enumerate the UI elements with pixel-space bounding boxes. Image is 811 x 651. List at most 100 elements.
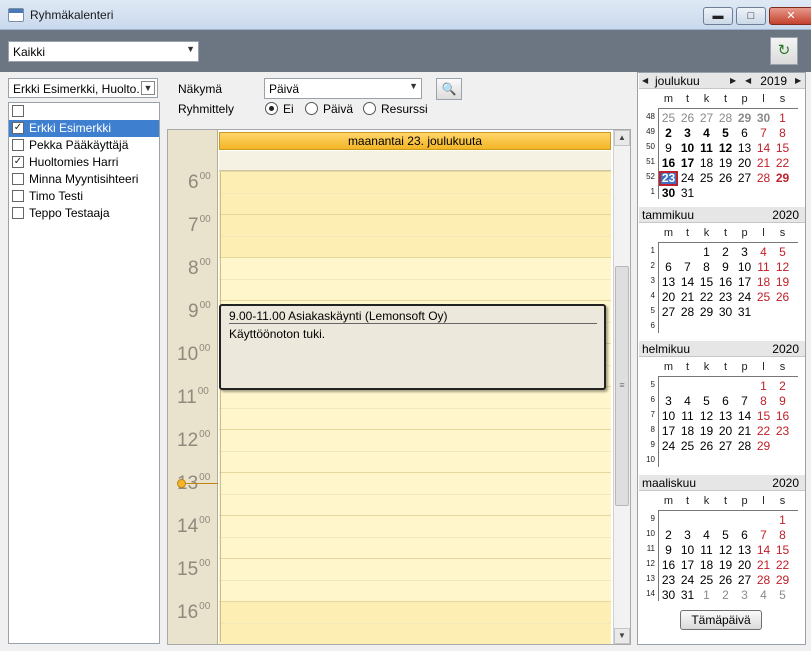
calendar-day[interactable]: 8 [754,394,773,409]
calendar-day[interactable]: 15 [697,275,716,290]
time-slot-row[interactable] [219,171,611,214]
calendar-day[interactable]: 19 [773,275,792,290]
calendar-day[interactable]: 9 [773,394,792,409]
window-title-bar[interactable]: Ryhmäkalenteri ▬ □ ✕ [0,0,811,30]
calendar-day[interactable]: 17 [678,558,697,573]
calendar-day[interactable]: 3 [735,245,754,260]
calendar-day[interactable]: 9 [716,260,735,275]
grouping-radio-paiva[interactable]: Päivä [305,101,353,117]
calendar-day[interactable]: 19 [716,156,735,171]
calendar-day[interactable]: 10 [735,260,754,275]
calendar-day[interactable]: 9 [659,543,678,558]
calendar-day[interactable]: 18 [697,558,716,573]
calendar-day[interactable]: 26 [773,290,792,305]
calendar-day[interactable]: 10 [678,543,697,558]
calendar-day[interactable]: 4 [754,245,773,260]
prev-month-button[interactable]: ◀ [642,73,648,89]
user-select[interactable]: Erkki Esimerkki, Huolto... ▼ [8,78,158,98]
user-list-item[interactable]: ✓ Huoltomies Harri [9,154,159,171]
user-checkbox[interactable] [12,105,24,117]
calendar-day[interactable]: 27 [716,439,735,454]
scroll-up-button[interactable]: ▲ [614,130,630,146]
calendar-day[interactable]: 25 [754,290,773,305]
calendar-day[interactable]: 21 [754,156,773,171]
calendar-day[interactable]: 25 [659,111,678,126]
user-list-item[interactable]: ✓ Erkki Esimerkki [9,120,159,137]
calendar-day[interactable]: 8 [697,260,716,275]
calendar-day[interactable]: 26 [716,171,735,186]
calendar-day[interactable]: 31 [678,186,697,201]
user-checkbox[interactable] [12,207,24,219]
time-slot-row[interactable] [219,515,611,558]
maximize-button[interactable]: □ [736,7,766,25]
view-select[interactable]: Päivä ▼ [264,78,422,99]
calendar-day[interactable]: 27 [735,573,754,588]
calendar-day[interactable]: 1 [754,379,773,394]
calendar-day[interactable]: 22 [697,290,716,305]
calendar-day[interactable]: 18 [697,156,716,171]
calendar-day[interactable]: 24 [659,439,678,454]
calendar-day[interactable]: 31 [678,588,697,603]
calendar-day[interactable]: 3 [678,528,697,543]
calendar-day[interactable]: 20 [716,424,735,439]
calendar-day[interactable]: 2 [659,126,678,141]
calendar-day[interactable]: 6 [716,394,735,409]
calendar-day[interactable]: 19 [697,424,716,439]
calendar-day[interactable]: 30 [716,305,735,320]
calendar-day[interactable]: 4 [678,394,697,409]
user-list-item[interactable]: Teppo Testaaja [9,205,159,222]
calendar-day[interactable]: 23 [716,290,735,305]
print-preview-button[interactable]: 🔍 [436,78,462,100]
user-checkbox[interactable] [12,190,24,202]
calendar-day[interactable]: 20 [735,558,754,573]
calendar-day[interactable]: 28 [678,305,697,320]
calendar-day[interactable]: 14 [678,275,697,290]
calendar-day[interactable]: 23 [773,424,792,439]
calendar-day[interactable]: 6 [735,126,754,141]
calendar-day[interactable]: 17 [678,156,697,171]
calendar-day[interactable]: 18 [754,275,773,290]
calendar-day[interactable]: 11 [697,141,716,156]
day-scrollbar[interactable]: ▲ ≡ ▼ [613,130,630,644]
calendar-day[interactable]: 3 [735,588,754,603]
user-checkbox[interactable]: ✓ [12,122,24,134]
time-slot-row[interactable] [219,214,611,257]
calendar-day[interactable]: 27 [659,305,678,320]
calendar-day[interactable]: 26 [697,439,716,454]
calendar-day[interactable]: 16 [659,156,678,171]
today-button[interactable]: Tämäpäivä [680,610,762,630]
calendar-day[interactable]: 24 [678,573,697,588]
calendar-day[interactable]: 1 [697,588,716,603]
calendar-day[interactable]: 12 [716,543,735,558]
calendar-day[interactable]: 22 [773,156,792,171]
calendar-day[interactable]: 2 [716,588,735,603]
close-button[interactable]: ✕ [769,7,811,25]
grouping-radio-resurssi[interactable]: Resurssi [363,101,428,117]
calendar-day[interactable]: 16 [773,409,792,424]
calendar-day[interactable]: 26 [678,111,697,126]
prev-year-button[interactable]: ◀ [745,73,751,89]
day-header[interactable]: maanantai 23. joulukuuta [219,132,611,150]
calendar-day[interactable]: 28 [735,439,754,454]
calendar-day[interactable]: 31 [735,305,754,320]
calendar-day[interactable]: 29 [773,171,792,186]
calendar-day[interactable]: 12 [716,141,735,156]
time-slot-row[interactable] [219,472,611,515]
calendar-day[interactable]: 4 [754,588,773,603]
calendar-day[interactable]: 15 [773,543,792,558]
calendar-day[interactable]: 25 [697,171,716,186]
user-checkbox[interactable] [12,139,24,151]
month-calendar[interactable]: tammikuu 2020 m t k t p l s 1 2 3 4 5 6 1 2 3 4 5 6 7 8 9 10 11 12… [639,207,805,337]
calendar-day[interactable]: 17 [735,275,754,290]
user-list-item[interactable]: Timo Testi [9,188,159,205]
calendar-day[interactable]: 7 [754,528,773,543]
calendar-day[interactable]: 21 [754,558,773,573]
filter-select[interactable]: Kaikki ▼ [8,41,199,62]
user-checkbox[interactable]: ✓ [12,156,24,168]
calendar-day[interactable]: 15 [773,141,792,156]
calendar-day[interactable]: 24 [678,171,697,186]
calendar-day[interactable]: 13 [735,543,754,558]
calendar-day[interactable]: 7 [678,260,697,275]
calendar-day[interactable]: 28 [754,573,773,588]
calendar-day[interactable]: 28 [716,111,735,126]
